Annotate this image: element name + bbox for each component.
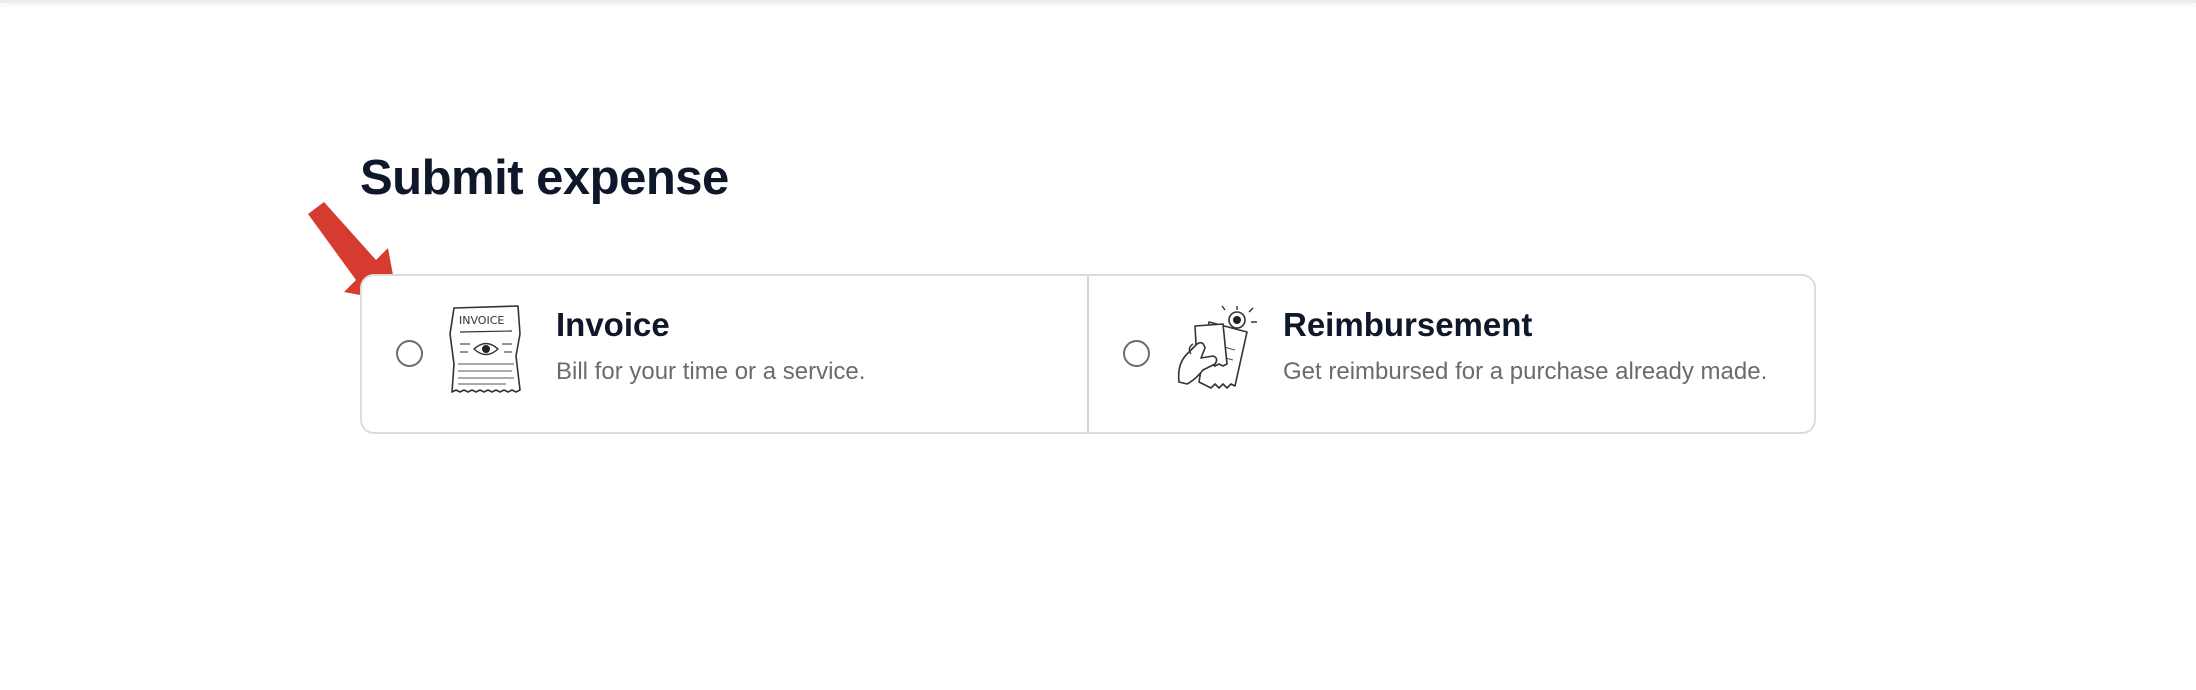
invoice-illustration-text: INVOICE [459,314,504,327]
option-invoice[interactable]: INVOICE Invoice Bill for your time or a … [362,276,1087,432]
reimbursement-title: Reimbursement [1283,306,1533,343]
invoice-title: Invoice [556,306,670,343]
expense-type-options: INVOICE Invoice Bill for your time or a … [360,274,1816,434]
reimbursement-radio[interactable] [1123,340,1150,367]
invoice-radio[interactable] [396,340,423,367]
hand-holding-receipts-icon [1177,305,1257,389]
top-bar-shadow [0,0,2196,3]
invoice-description: Bill for your time or a service. [556,358,866,385]
option-reimbursement[interactable]: Reimbursement Get reimbursed for a purch… [1087,276,1814,432]
reimbursement-description: Get reimbursed for a purchase already ma… [1283,358,1768,385]
page-title: Submit expense [360,151,729,205]
invoice-document-icon: INVOICE [449,305,521,393]
